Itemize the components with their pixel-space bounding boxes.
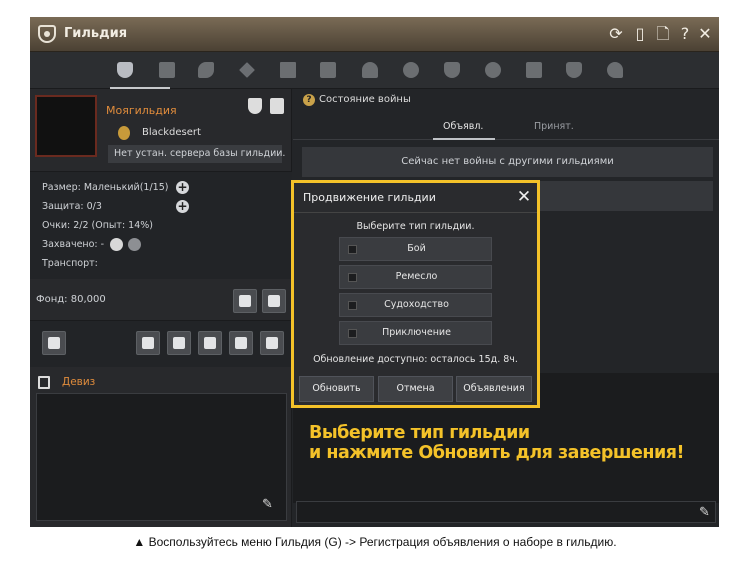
search-icon: [142, 337, 154, 349]
cancel-button[interactable]: Отмена: [378, 376, 453, 402]
guild-shield-icon[interactable]: [248, 98, 262, 114]
image-caption: ▲ Воспользуйтесь меню Гильдия (G) -> Рег…: [133, 535, 617, 549]
war-tabs: Объявл. Принят.: [293, 114, 719, 140]
no-server-notice: Нет устан. сервера базы гильдии.: [108, 145, 285, 163]
tab-accepted[interactable]: Принят.: [534, 121, 574, 132]
guild-stats: Размер: Маленький(1/15) + Защита: 0/3 + …: [30, 171, 292, 279]
bell-icon[interactable]: [361, 61, 379, 79]
war-status-title: Состояние войны: [319, 94, 411, 105]
active-war-tab-indicator: [433, 138, 495, 140]
wings-icon[interactable]: [402, 61, 420, 79]
captured-castle-icon[interactable]: [128, 238, 141, 251]
server-emblem-icon: [115, 126, 133, 140]
crossed-swords-icon[interactable]: [238, 61, 256, 79]
coins-icon: [239, 295, 251, 307]
guild-notice-button[interactable]: [229, 331, 253, 355]
guild-emblem-icon[interactable]: [116, 61, 134, 79]
option-label: Ремесло: [395, 271, 438, 282]
refresh-icon[interactable]: ⟳: [606, 24, 626, 44]
emblem-icon: [48, 337, 60, 349]
phone-icon[interactable]: ▯: [630, 24, 650, 44]
guild-actions: [30, 321, 292, 367]
motto-textbox[interactable]: [36, 393, 287, 521]
shield-icon[interactable]: [443, 61, 461, 79]
help-icon[interactable]: ?: [675, 24, 695, 44]
guild-search-button[interactable]: [136, 331, 160, 355]
pencil-icon[interactable]: ✎: [262, 497, 276, 512]
window-title: Гильдия: [64, 26, 128, 41]
guild-tab-bar: [30, 52, 719, 89]
chest-icon: [268, 295, 280, 307]
guild-leave-button[interactable]: [260, 331, 284, 355]
guild-disband-button[interactable]: [198, 331, 222, 355]
guild-upgrade-dialog: Продвижение гильдии ✕ Выберите тип гильд…: [291, 180, 540, 408]
add-defense-plus-icon[interactable]: +: [176, 200, 189, 213]
guild-storage-button[interactable]: [262, 289, 286, 313]
edit-document-icon: [235, 337, 247, 349]
guild-defense: Защита: 0/3: [42, 201, 102, 212]
guild-fund: Фонд: 80,000: [36, 294, 106, 305]
notepad-icon: [38, 376, 50, 389]
no-war-notice: Сейчас нет войны с другими гильдиями: [302, 147, 713, 177]
guild-size: Размер: Маленький(1/15): [42, 182, 169, 193]
instruction-line-2: и нажмите Обновить для завершения!: [309, 443, 684, 463]
dialog-title: Продвижение гильдии: [303, 191, 436, 204]
guild-emblem[interactable]: [35, 95, 97, 157]
quest-icon[interactable]: [525, 61, 543, 79]
guild-points: Очки: 2/2 (Опыт: 14%): [42, 220, 154, 231]
title-bar[interactable]: Гильдия ⟳ ▯ 🗋 ? ✕: [30, 17, 719, 52]
instruction-line-1: Выберите тип гильдии: [309, 423, 530, 443]
guild-captured: Захвачено: -: [42, 239, 105, 250]
guild-claws-button[interactable]: [167, 331, 191, 355]
option-label: Приключение: [382, 327, 451, 338]
option-label: Судоходство: [384, 299, 449, 310]
pencil-icon[interactable]: ✎: [699, 505, 710, 520]
guild-fund-row: Фонд: 80,000: [30, 281, 292, 321]
skills-icon[interactable]: [197, 61, 215, 79]
guild-type-option-combat[interactable]: Бой: [339, 237, 492, 261]
expand-size-plus-icon[interactable]: +: [176, 181, 189, 194]
guild-type-option-sailing[interactable]: Судоходство: [339, 293, 492, 317]
dragon-icon[interactable]: [606, 61, 624, 79]
crest-icon[interactable]: [484, 61, 502, 79]
war-message-input[interactable]: [296, 501, 716, 523]
document-icon[interactable]: 🗋: [653, 24, 673, 44]
close-icon[interactable]: ✕: [695, 24, 715, 44]
members-icon[interactable]: [158, 61, 176, 79]
motto-label: Девиз: [62, 376, 96, 388]
guild-transport: Транспорт:: [42, 258, 98, 269]
guild-info-panel: Моягильдия Blackdesert Нет устан. сервер…: [30, 89, 292, 527]
captured-region-icon[interactable]: [110, 238, 123, 251]
shield-x-icon: [266, 337, 278, 349]
announcements-button[interactable]: Объявления: [456, 376, 532, 402]
motto-header: Девиз: [30, 371, 292, 393]
guild-emblem-button[interactable]: [42, 331, 66, 355]
guild-name: Моягильдия: [106, 104, 177, 117]
claws-icon: [173, 337, 185, 349]
fund-distribute-button[interactable]: [233, 289, 257, 313]
no-entry-icon: [204, 337, 216, 349]
guild-icon: [38, 25, 56, 43]
guild-certificate-icon[interactable]: [270, 98, 284, 114]
update-button[interactable]: Обновить: [299, 376, 374, 402]
cross-shield-icon[interactable]: [565, 61, 583, 79]
dialog-prompt: Выберите тип гильдии.: [356, 221, 475, 232]
help-icon[interactable]: ?: [303, 94, 315, 106]
divider: [294, 212, 537, 213]
castle-icon[interactable]: [279, 61, 297, 79]
upgrade-availability-status: Обновление доступно: осталось 15д. 8ч.: [313, 354, 518, 365]
tab-announcements[interactable]: Объявл.: [443, 121, 483, 132]
server-name: Blackdesert: [142, 127, 201, 138]
guild-type-option-adventure[interactable]: Приключение: [339, 321, 492, 345]
option-label: Бой: [407, 243, 426, 254]
scroll-icon[interactable]: [319, 61, 337, 79]
close-icon[interactable]: ✕: [514, 187, 534, 207]
guild-type-option-craft[interactable]: Ремесло: [339, 265, 492, 289]
instruction-overlay: Выберите тип гильдии и нажмите Обновить …: [309, 423, 684, 463]
